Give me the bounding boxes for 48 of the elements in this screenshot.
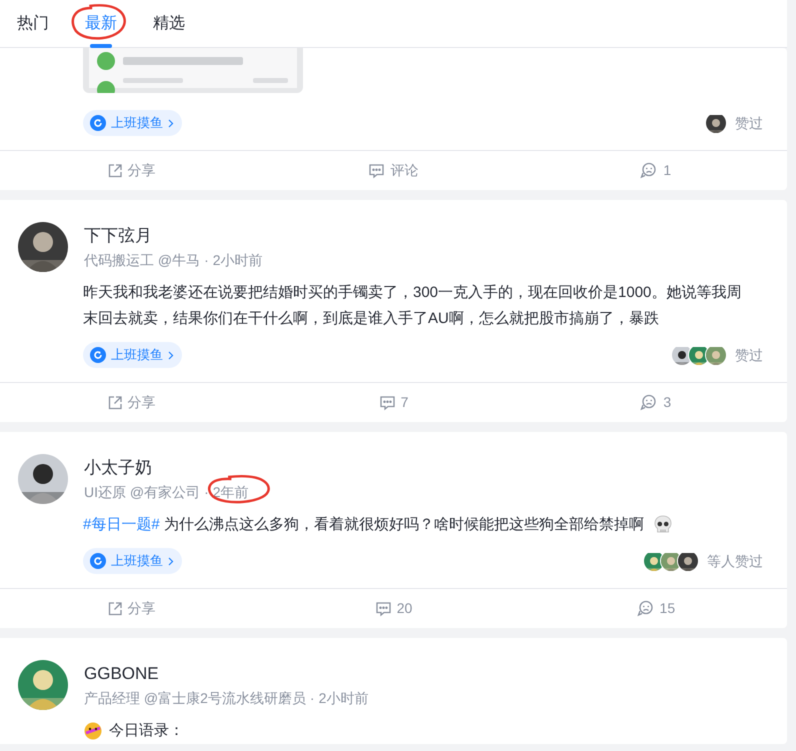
comment-icon bbox=[368, 162, 386, 178]
user-title: 产品经理 @富士康2号流水线研磨员 bbox=[84, 689, 306, 708]
share-button[interactable]: 分享 bbox=[100, 383, 162, 422]
like-icon bbox=[640, 162, 658, 179]
post-text: 今日语录： bbox=[109, 721, 184, 741]
dot-separator: · bbox=[310, 689, 315, 708]
dot-separator: · bbox=[204, 251, 209, 270]
user-title: UI还原 @有家公司 bbox=[84, 483, 200, 502]
user-name[interactable]: GGBONE bbox=[84, 662, 368, 686]
user-name[interactable]: 下下弦月 bbox=[84, 224, 263, 248]
comment-button[interactable]: 评论 bbox=[362, 151, 424, 190]
topic-link[interactable]: #每日一题# bbox=[83, 516, 160, 533]
dot-separator: · bbox=[204, 483, 209, 502]
like-icon bbox=[636, 600, 655, 617]
tab[interactable]: 最新 bbox=[85, 0, 117, 48]
tab[interactable]: 精选 bbox=[153, 0, 185, 48]
chevron-icon bbox=[168, 556, 174, 566]
like-text: 等人赞过 bbox=[707, 552, 763, 570]
post-text: 昨天我和我老婆还在说要把结婚时买的手镯卖了，300一克入手的，现在回收价是1000。她说等我周末回去就卖，结果你们在干什么啊，到底是谁入手了AU啊，怎么就把股市搞崩了，暴跌 bbox=[83, 284, 742, 327]
post-time: 2小时前 bbox=[318, 689, 368, 708]
post-text: #每日一题# 为什么沸点这么多狗，看着就很烦好吗？啥时候能把这些狗全部给禁掉啊 bbox=[83, 515, 644, 535]
share-icon bbox=[106, 600, 123, 616]
comment-icon bbox=[378, 394, 396, 410]
topic-tag[interactable]: 上班摸鱼 bbox=[83, 548, 182, 574]
user-name[interactable]: 小太子奶 bbox=[84, 456, 249, 480]
comment-button[interactable]: 7 bbox=[372, 383, 414, 422]
like-button[interactable]: 3 bbox=[634, 383, 678, 422]
refresh-icon bbox=[90, 115, 106, 131]
chevron-icon bbox=[168, 118, 174, 128]
share-button[interactable]: 分享 bbox=[100, 589, 162, 628]
topic-tag[interactable]: 上班摸鱼 bbox=[83, 342, 182, 368]
comment-button[interactable]: 20 bbox=[368, 589, 418, 628]
user-title: 代码搬运工 @牛马 bbox=[84, 251, 200, 270]
share-button[interactable]: 分享 bbox=[100, 151, 162, 190]
like-button[interactable]: 15 bbox=[630, 589, 682, 628]
share-icon bbox=[106, 394, 123, 410]
refresh-icon bbox=[90, 347, 106, 363]
post-time: 2小时前 bbox=[212, 251, 263, 270]
comment-icon bbox=[374, 600, 392, 616]
tab[interactable]: 热门 bbox=[17, 0, 49, 48]
topic-tag[interactable]: 上班摸鱼 bbox=[83, 110, 182, 136]
like-icon bbox=[640, 394, 658, 411]
like-button[interactable]: 1 bbox=[634, 151, 678, 190]
chevron-icon bbox=[168, 350, 174, 360]
like-text: 赞过 bbox=[735, 114, 763, 132]
like-text: 赞过 bbox=[735, 346, 763, 364]
share-icon bbox=[106, 162, 123, 178]
refresh-icon bbox=[90, 553, 106, 569]
